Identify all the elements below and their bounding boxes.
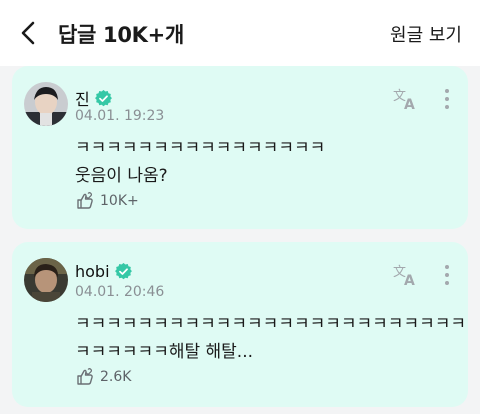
more-vertical-icon	[445, 89, 449, 93]
avatar-image	[24, 82, 68, 126]
author-row: 진	[75, 86, 112, 110]
comment-text-line: ㅋㅋㅋㅋㅋㅋㅋㅋㅋㅋㅋㅋㅋㅋㅋㅋㅋㅋㅋㅋㅋㅋㅋㅋㅋ	[75, 314, 466, 334]
svg-text:A: A	[404, 273, 415, 288]
comment-timestamp: 04.01. 20:46	[75, 284, 165, 300]
author-row: hobi	[75, 262, 132, 281]
comment-timestamp: 04.01. 19:23	[75, 108, 165, 124]
translate-button[interactable]: 文 A	[393, 86, 419, 113]
more-vertical-icon	[445, 265, 449, 269]
more-options-button[interactable]	[440, 86, 454, 112]
author-name[interactable]: 진	[75, 86, 90, 110]
like-icon	[77, 368, 93, 385]
verified-icon	[114, 263, 132, 280]
avatar[interactable]	[24, 82, 68, 126]
comment-card: hobi 04.01. 20:46 文 A ㅋㅋㅋㅋㅋㅋㅋㅋㅋㅋㅋㅋㅋㅋㅋㅋㅋㅋ…	[12, 242, 468, 407]
avatar-image	[24, 258, 68, 302]
comment-text-line: 웃음이 나옴?	[75, 166, 168, 186]
back-button[interactable]	[14, 18, 42, 48]
author-name[interactable]: hobi	[75, 262, 110, 281]
comment-text-line: ㅋㅋㅋㅋㅋㅋㅋㅋㅋㅋㅋㅋㅋㅋㅋㅋ	[75, 138, 326, 158]
app-header: 답글 10K+개 원글 보기	[0, 0, 480, 66]
like-icon	[77, 192, 93, 209]
page-title: 답글 10K+개	[58, 23, 184, 47]
translate-icon: 文 A	[393, 265, 415, 289]
translate-icon: 文 A	[393, 89, 415, 113]
more-options-button[interactable]	[440, 262, 454, 288]
verified-icon	[94, 89, 112, 107]
likes-count: 10K+	[100, 193, 139, 209]
svg-text:A: A	[404, 97, 415, 112]
like-button[interactable]: 10K+	[75, 191, 139, 211]
like-button[interactable]: 2.6K	[75, 367, 131, 387]
view-original-link[interactable]: 원글 보기	[390, 21, 462, 47]
avatar[interactable]	[24, 258, 68, 302]
translate-button[interactable]: 文 A	[393, 262, 419, 289]
back-arrow-icon	[21, 21, 35, 45]
comment-card: 진 04.01. 19:23 文 A ㅋㅋㅋㅋㅋㅋㅋㅋㅋㅋㅋㅋㅋㅋㅋㅋ 웃음이 …	[12, 66, 468, 229]
comment-text-line: ㅋㅋㅋㅋㅋㅋ해탈 해탈...	[75, 342, 254, 362]
likes-count: 2.6K	[100, 369, 132, 385]
